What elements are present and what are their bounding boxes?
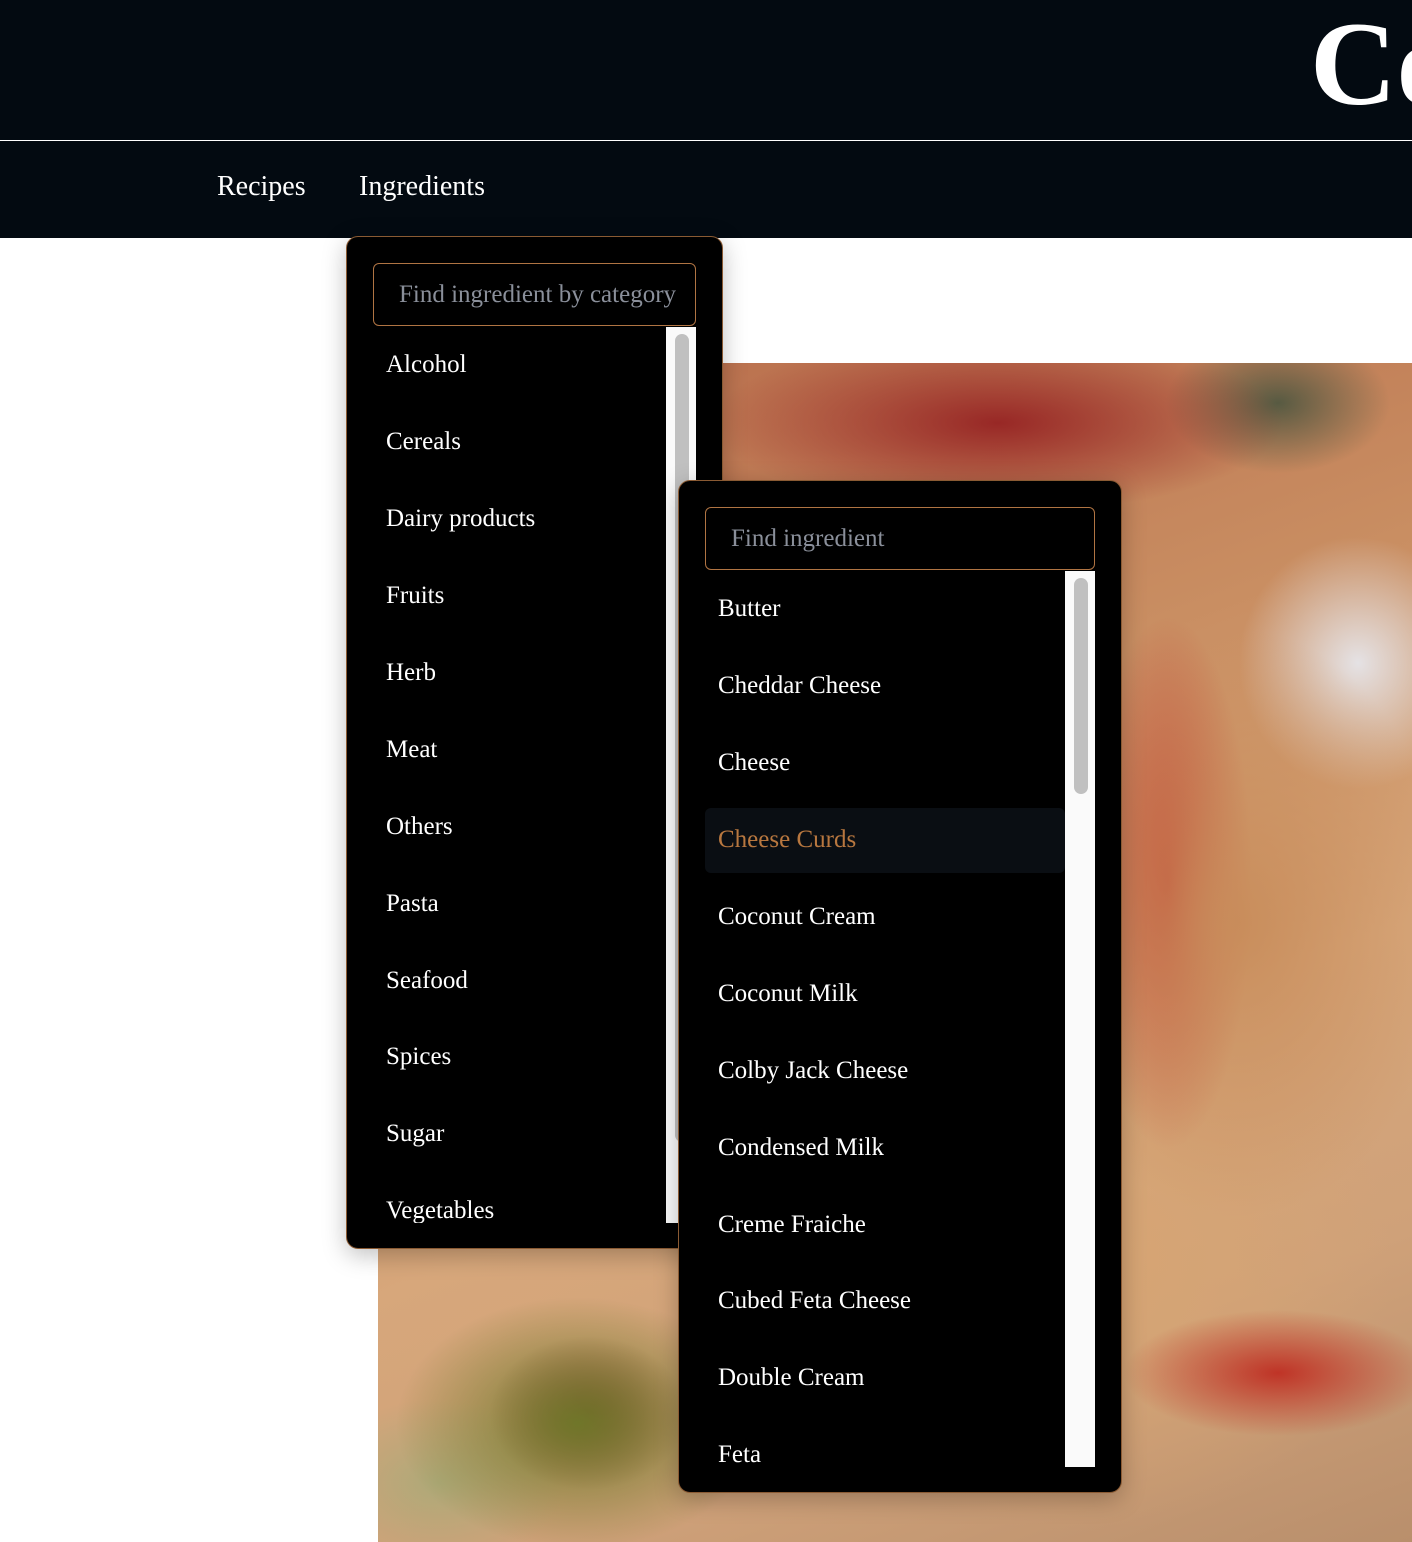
category-dropdown: Alcohol Cereals Dairy products Fruits Herb Me… — [346, 236, 723, 1249]
ingredient-scrollbar-thumb[interactable] — [1074, 578, 1088, 794]
ingredient-list-item[interactable]: Cheese Curds — [705, 802, 1065, 879]
ingredient-item-label: Cheese Curds — [718, 826, 857, 854]
ingredient-item-label: Butter — [718, 595, 781, 623]
ingredient-item-label: Colby Jack Cheese — [718, 1056, 909, 1084]
ingredient-list-item[interactable]: Creme Fraiche — [705, 1186, 1065, 1263]
ingredient-item-label: Cubed Feta Cheese — [718, 1287, 912, 1315]
category-list-item[interactable]: Herb — [373, 635, 666, 712]
category-item-label: Pasta — [386, 889, 439, 917]
ingredient-list-item[interactable]: Coconut Milk — [705, 955, 1065, 1032]
ingredient-item-label: Cheddar Cheese — [718, 672, 882, 700]
category-item-label: Sugar — [386, 1120, 445, 1148]
category-list-item[interactable]: Dairy products — [373, 481, 666, 558]
ingredient-list-item[interactable]: Cubed Feta Cheese — [705, 1263, 1065, 1340]
category-list-item[interactable]: Sugar — [373, 1096, 666, 1173]
ingredient-list-item[interactable]: Colby Jack Cheese — [705, 1032, 1065, 1109]
category-list-item[interactable]: Cereals — [373, 404, 666, 481]
category-item-label: Others — [386, 812, 453, 840]
ingredient-item-label: Feta — [718, 1441, 762, 1467]
category-item-label: Dairy products — [386, 505, 536, 533]
ingredient-search-input[interactable] — [705, 507, 1095, 570]
category-search-input[interactable] — [373, 263, 696, 326]
category-list-item[interactable]: Pasta — [373, 865, 666, 942]
nav-ingredients-link[interactable]: Ingredients — [359, 171, 485, 203]
category-item-label: Herb — [386, 659, 436, 686]
ingredient-list-item[interactable]: Coconut Cream — [705, 879, 1065, 956]
ingredient-list-item[interactable]: Condensed Milk — [705, 1109, 1065, 1186]
ingredient-scrollbar[interactable] — [1065, 571, 1095, 1467]
category-list-item[interactable]: Spices — [373, 1019, 666, 1096]
category-item-label: Fruits — [386, 582, 445, 610]
category-item-label: Seafood — [386, 966, 468, 994]
ingredient-list-item[interactable]: Cheddar Cheese — [705, 648, 1065, 725]
ingredient-item-label: Creme Fraiche — [718, 1210, 866, 1238]
category-item-label: Alcohol — [386, 351, 467, 379]
category-item-label: Spices — [386, 1043, 452, 1071]
site-logo[interactable]: Co — [1310, 0, 1412, 136]
category-list-item[interactable]: Alcohol — [373, 327, 666, 404]
ingredient-dropdown: Butter Cheddar Cheese Cheese Cheese Curds Co… — [678, 480, 1122, 1493]
category-list-item[interactable]: Others — [373, 788, 666, 865]
category-item-label: Cereals — [386, 428, 461, 456]
category-list: Alcohol Cereals Dairy products Fruits Herb Me… — [373, 327, 666, 1223]
category-list-item[interactable]: Seafood — [373, 942, 666, 1019]
ingredient-list-item[interactable]: Double Cream — [705, 1340, 1065, 1417]
ingredient-list-item[interactable]: Cheese — [705, 725, 1065, 802]
ingredient-list-item[interactable]: Butter — [705, 571, 1065, 648]
site-header: Co — [0, 0, 1412, 141]
ingredient-item-label: Condensed Milk — [718, 1133, 884, 1161]
nav-recipes-link[interactable]: Recipes — [217, 171, 306, 203]
category-list-item[interactable]: Meat — [373, 711, 666, 788]
ingredient-item-label: Double Cream — [718, 1364, 865, 1392]
category-list-item[interactable]: Fruits — [373, 558, 666, 635]
category-item-label: Vegetables — [386, 1197, 495, 1223]
ingredient-item-label: Coconut Cream — [718, 903, 876, 930]
main-nav: Recipes Ingredients — [0, 141, 1412, 238]
category-item-label: Meat — [386, 735, 438, 763]
ingredient-item-label: Cheese — [718, 749, 791, 777]
ingredient-item-label: Coconut Milk — [718, 979, 858, 1007]
category-list-item[interactable]: Vegetables — [373, 1173, 666, 1223]
ingredient-list: Butter Cheddar Cheese Cheese Cheese Curds Co… — [705, 571, 1065, 1467]
ingredient-list-item[interactable]: Feta — [705, 1417, 1065, 1467]
